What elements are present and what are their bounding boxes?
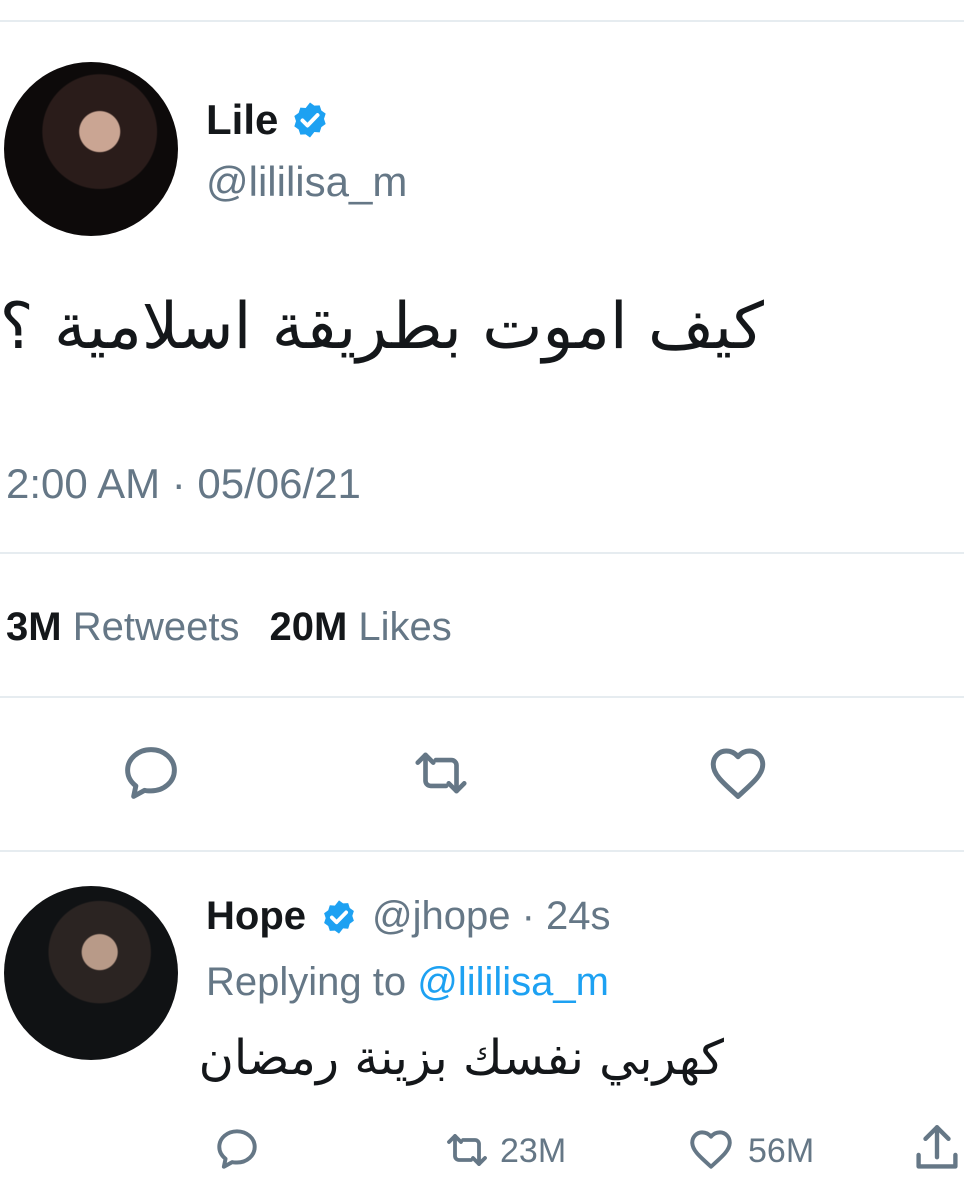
likes-count: 20M: [269, 605, 348, 649]
retweet-icon[interactable]: [408, 742, 474, 804]
retweets-label: Retweets: [72, 605, 240, 649]
divider: [0, 552, 964, 554]
heart-icon[interactable]: [684, 1124, 738, 1174]
retweet-icon[interactable]: [440, 1126, 494, 1174]
divider: [0, 696, 964, 698]
reply-text: كهربي نفسك بزينة رمضان: [198, 1030, 724, 1086]
reply-author-name[interactable]: Hope: [206, 894, 306, 939]
author-handle[interactable]: @lililisa_m: [206, 158, 407, 206]
tweet-timestamp[interactable]: 2:00 AM · 05/06/21: [6, 460, 361, 508]
reply-handle-time[interactable]: @jhope · 24s: [372, 894, 611, 939]
replying-handle-link[interactable]: @lililisa_m: [417, 960, 609, 1004]
reply-icon[interactable]: [212, 1124, 262, 1174]
reply-icon[interactable]: [118, 740, 184, 806]
reply-header: Hope @jhope · 24s: [206, 894, 611, 939]
reply-likes-count: 56M: [748, 1132, 815, 1170]
reply-author-avatar[interactable]: [4, 886, 178, 1060]
heart-icon[interactable]: [704, 740, 772, 806]
verified-badge-icon: [294, 102, 327, 138]
retweets-count: 3M: [6, 605, 62, 649]
likes-label: Likes: [358, 605, 452, 649]
author-avatar[interactable]: [4, 62, 178, 236]
author-name-row[interactable]: Lile: [206, 96, 330, 144]
replying-to: Replying to @lililisa_m: [206, 960, 609, 1005]
reply-retweets-count: 23M: [500, 1132, 567, 1170]
tweet-text: كيف اموت بطريقة اسلامية ؟؟: [0, 290, 764, 364]
author-name[interactable]: Lile: [206, 96, 278, 144]
retweets-stat[interactable]: 3M Retweets: [6, 605, 239, 650]
divider: [0, 850, 964, 852]
tweet-stats: 3M Retweets 20M Likes: [6, 605, 452, 650]
likes-stat[interactable]: 20M Likes: [269, 605, 451, 650]
share-icon[interactable]: [914, 1120, 960, 1176]
replying-prefix: Replying to: [206, 960, 407, 1004]
top-divider: [0, 20, 964, 22]
verified-badge-icon: [324, 899, 354, 934]
